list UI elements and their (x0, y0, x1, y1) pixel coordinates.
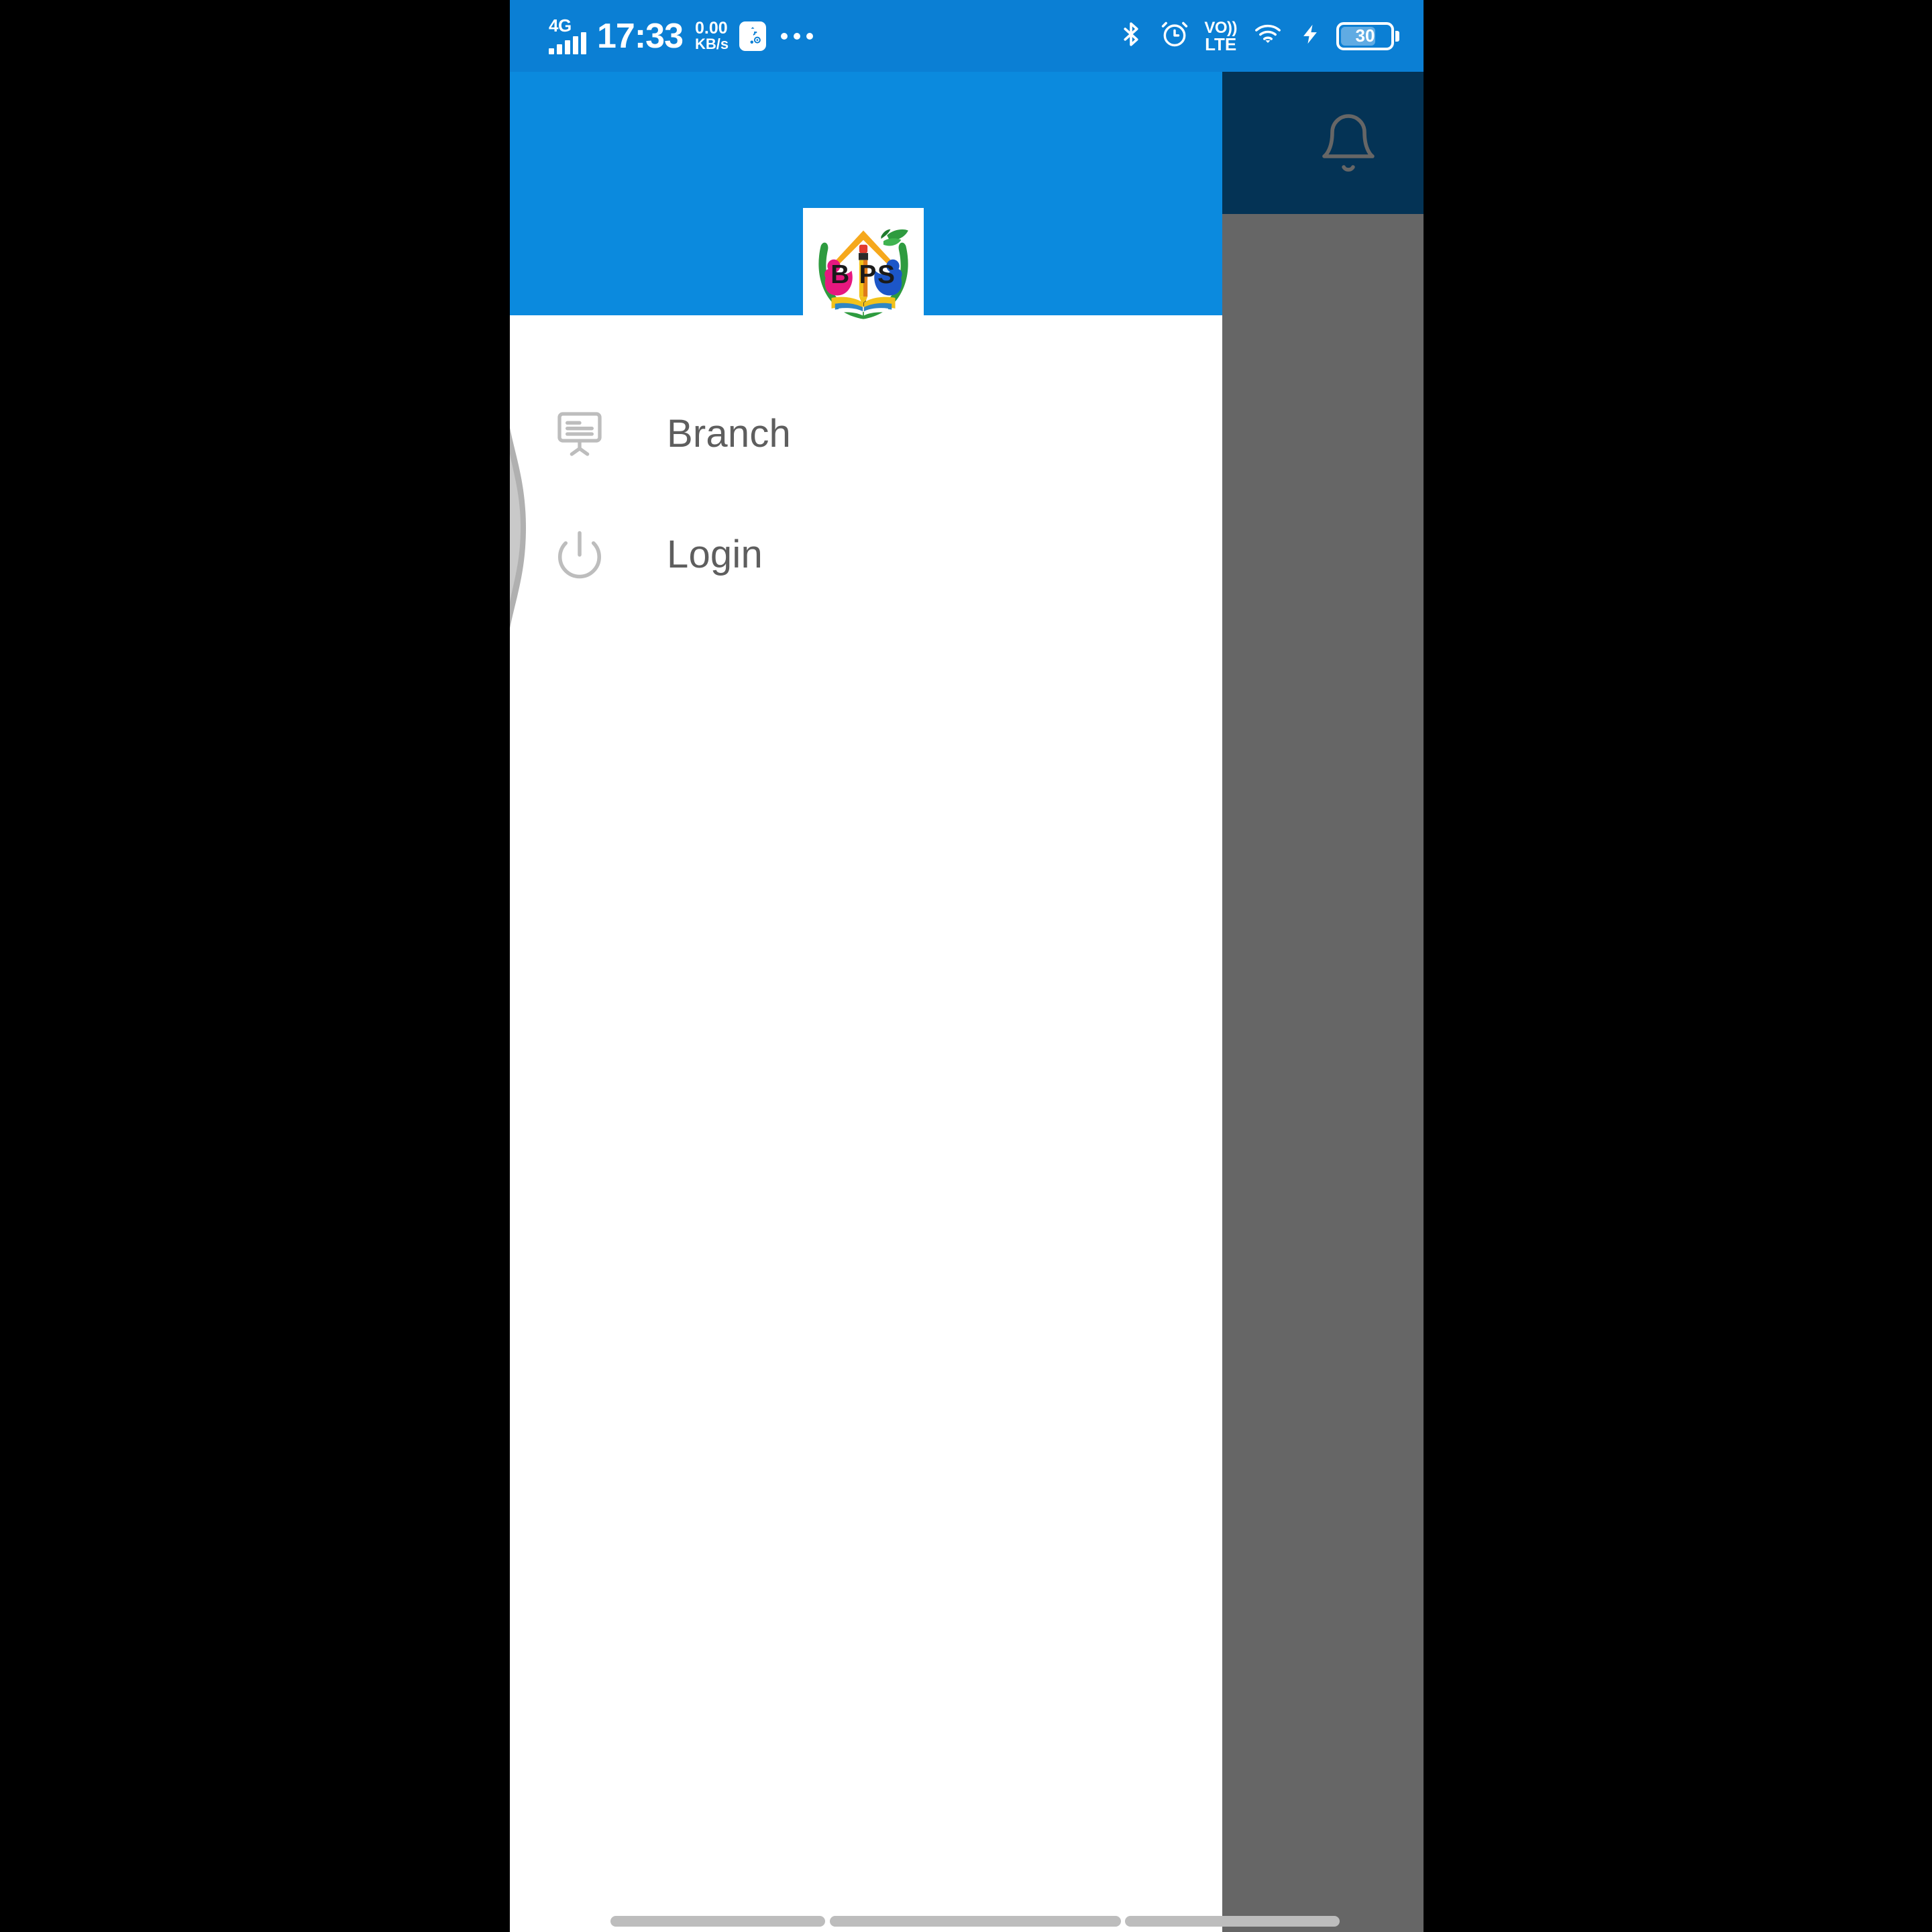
status-bar-clock: 17:33 (597, 16, 684, 56)
usb-settings-icon (739, 21, 767, 51)
network-speed-unit: KB/s (695, 35, 729, 52)
status-bar: 4G 17:33 0.00 KB/s VO)) LTE 30 (510, 0, 1424, 72)
drawer-menu-list: Branch Login (510, 315, 1222, 615)
app-logo: B PS (803, 208, 924, 329)
drawer-item-login[interactable]: Login (510, 494, 1222, 615)
drawer-item-label: Login (667, 533, 763, 576)
navigation-drawer: B PS Branch Login (510, 72, 1222, 1932)
phone-viewport: B PS Branch Login 4G 17:33 0.00 KB/s VO)… (510, 0, 1424, 1932)
more-dots-icon (781, 32, 814, 40)
bips-school-logo: B PS (818, 229, 908, 319)
signal-bars-icon: 4G (549, 15, 586, 54)
alarm-clock-icon (1160, 19, 1189, 52)
network-speed-indicator: 0.00 KB/s (695, 18, 729, 52)
home-pill[interactable] (830, 1916, 1121, 1927)
power-icon (551, 527, 608, 583)
screen-root: B PS Branch Login 4G 17:33 0.00 KB/s VO)… (0, 0, 1932, 1932)
presentation-board-icon (551, 406, 608, 462)
volte-icon: VO)) LTE (1204, 18, 1237, 54)
network-generation-label: 4G (549, 15, 572, 36)
svg-text:B PS: B PS (830, 260, 896, 289)
charging-bolt-icon (1299, 19, 1322, 52)
volte-bottom-label: LTE (1205, 34, 1237, 54)
system-navigation-bar (510, 1912, 1424, 1932)
wifi-icon (1252, 20, 1284, 52)
battery-percent-label: 30 (1355, 25, 1375, 46)
signal-bars-glyph (549, 32, 586, 54)
network-speed-value: 0.00 (695, 18, 728, 38)
status-bar-left: 4G 17:33 0.00 KB/s (549, 15, 814, 56)
drawer-item-branch[interactable]: Branch (510, 374, 1222, 494)
drawer-header: B PS (510, 72, 1222, 329)
volte-top-label: VO)) (1204, 18, 1237, 37)
battery-indicator: 30 (1336, 21, 1399, 50)
back-pill[interactable] (1125, 1916, 1340, 1927)
drawer-item-label: Branch (667, 412, 791, 455)
recents-pill[interactable] (610, 1916, 825, 1927)
status-bar-right: VO)) LTE 30 (1117, 18, 1399, 54)
bluetooth-icon (1117, 20, 1145, 52)
